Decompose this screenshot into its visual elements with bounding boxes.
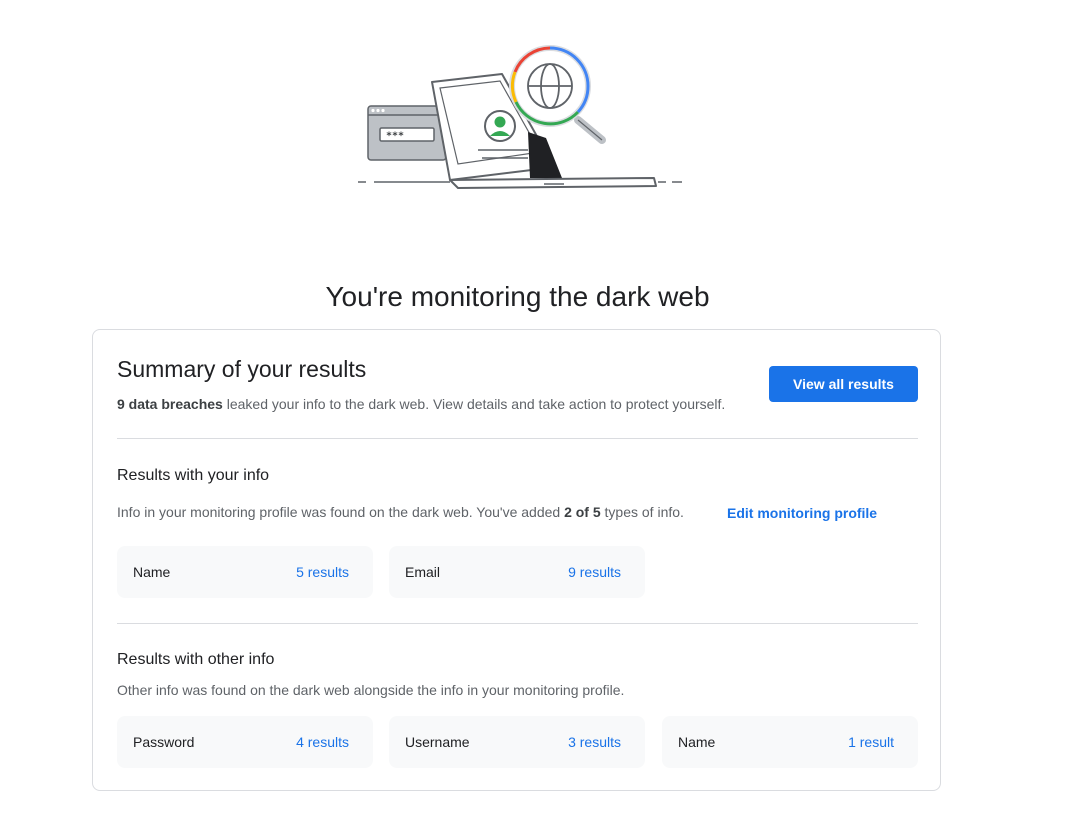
your-info-desc-suffix: types of info. <box>600 504 684 520</box>
results-card: Summary of your results 9 data breaches … <box>92 329 941 791</box>
password-mask: *** <box>386 131 404 142</box>
divider <box>117 438 918 439</box>
chip-label: Name <box>133 564 171 580</box>
summary-description: 9 data breaches leaked your info to the … <box>117 396 725 412</box>
other-info-title: Results with other info <box>117 651 275 668</box>
result-chip-name[interactable]: Name 5 results <box>117 546 373 598</box>
edit-monitoring-profile-link[interactable]: Edit monitoring profile <box>727 505 877 521</box>
result-chip-password[interactable]: Password 4 results <box>117 716 373 768</box>
summary-description-rest: leaked your info to the dark web. View d… <box>222 396 726 412</box>
view-all-results-button[interactable]: View all results <box>769 366 918 402</box>
chip-label: Username <box>405 734 470 750</box>
your-info-desc-prefix: Info in your monitoring profile was foun… <box>117 504 565 520</box>
page: *** You're monitoring the dark web Summa… <box>0 0 1065 838</box>
chip-count: 5 results <box>296 564 349 580</box>
breach-count: 9 data breaches <box>117 396 223 412</box>
chip-label: Password <box>133 734 195 750</box>
result-chip-username[interactable]: Username 3 results <box>389 716 645 768</box>
chip-label: Email <box>405 564 441 580</box>
chip-count: 4 results <box>296 734 349 750</box>
types-added-count: 2 of 5 <box>564 504 601 520</box>
result-chip-other-name[interactable]: Name 1 result <box>662 716 918 768</box>
chip-count: 1 result <box>848 734 894 750</box>
chip-label: Name <box>678 734 716 750</box>
chip-count: 9 results <box>568 564 621 580</box>
result-chip-email[interactable]: Email 9 results <box>389 546 645 598</box>
other-info-description: Other info was found on the dark web alo… <box>117 682 625 698</box>
chip-count: 3 results <box>568 734 621 750</box>
your-info-description: Info in your monitoring profile was foun… <box>117 504 684 520</box>
your-info-title: Results with your info <box>117 467 270 484</box>
page-title: You're monitoring the dark web <box>325 280 710 312</box>
divider <box>117 623 918 624</box>
dark-web-illustration: *** <box>358 45 682 189</box>
summary-title: Summary of your results <box>117 356 367 382</box>
